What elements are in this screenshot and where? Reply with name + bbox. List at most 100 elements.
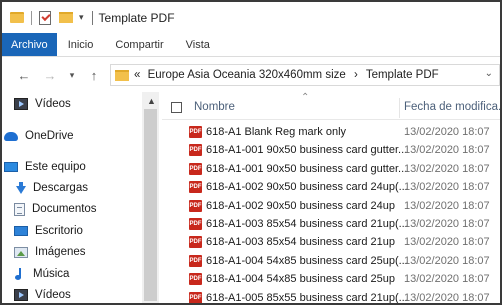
chevron-down-icon[interactable]: ▾ [79, 12, 84, 23]
recent-chevron-icon[interactable]: ▾ [62, 70, 82, 81]
tab-compartir[interactable]: Compartir [104, 33, 174, 56]
back-arrow-icon[interactable]: ← [14, 68, 34, 83]
pdf-file-icon: PDF [189, 144, 202, 157]
folder-icon [115, 69, 129, 81]
table-row[interactable]: PDF 618-A1-005 85x55 business card 21up(.… [162, 289, 500, 303]
table-row[interactable]: PDF 618-A1-004 54x85 business card 25up 13… [162, 270, 500, 288]
sidebar-item-label: OneDrive [25, 130, 74, 142]
title-bar: ▾ Template PDF [2, 2, 500, 33]
column-header-name[interactable]: Nombre [194, 101, 235, 113]
file-name: 618-A1-001 90x50 business card gutter... [206, 144, 408, 157]
breadcrumb-item[interactable]: Europe Asia Oceania 320x460mm size [148, 69, 346, 81]
file-date: 13/02/2020 18:07 [404, 236, 490, 249]
sidebar-item-label: Documentos [32, 203, 97, 215]
sidebar-item-label: Escritorio [35, 225, 83, 237]
music-icon [14, 268, 26, 280]
window-title: Template PDF [98, 10, 175, 25]
sidebar-item-label: Descargas [33, 182, 88, 194]
file-date: 13/02/2020 18:07 [404, 273, 490, 286]
computer-icon [4, 162, 18, 172]
sidebar-item-onedrive[interactable]: OneDrive [4, 125, 74, 147]
file-date: 13/02/2020 18:07 [404, 254, 490, 267]
table-row[interactable]: PDF 618-A1-001 90x50 business card gutter… [162, 160, 500, 178]
file-date: 13/02/2020 18:07 [404, 181, 490, 194]
select-all-checkbox[interactable] [171, 102, 182, 113]
column-header-date[interactable]: Fecha de modifica... [404, 101, 500, 113]
column-header: Nombre Fecha de modifica... [162, 94, 500, 120]
file-date: 13/02/2020 18:07 [404, 126, 490, 138]
sidebar-item-label: Música [33, 268, 70, 280]
video-icon [14, 289, 28, 301]
sidebar-item-videos[interactable]: Vídeos [14, 93, 71, 115]
table-row[interactable]: PDF 618-A1-002 90x50 business card 24up(.… [162, 178, 500, 196]
pdf-file-icon: PDF [189, 181, 202, 194]
file-name: 618-A1-001 90x50 business card gutter... [206, 162, 408, 175]
sidebar-item-documentos[interactable]: Documentos [14, 198, 97, 220]
document-icon [14, 202, 25, 216]
sidebar-item-descargas[interactable]: Descargas [14, 177, 88, 199]
table-row[interactable]: PDF 618-A1 Blank Reg mark only 13/02/2020 … [162, 123, 500, 141]
image-icon [14, 246, 28, 258]
pdf-file-icon: PDF [189, 218, 202, 230]
table-row[interactable]: PDF 618-A1-001 90x50 business card gutter… [162, 141, 500, 159]
pdf-file-icon: PDF [189, 291, 202, 303]
file-date: 13/02/2020 18:07 [404, 218, 490, 230]
file-name: 618-A1-005 85x55 business card 21up(... [206, 291, 408, 303]
scroll-up-icon[interactable]: ▲ [147, 96, 156, 106]
tab-inicio[interactable]: Inicio [57, 33, 105, 56]
sidebar-item-label: Imágenes [35, 246, 86, 258]
breadcrumb-overflow[interactable]: « [134, 69, 140, 81]
sidebar-item-label: Vídeos [35, 289, 71, 301]
tab-vista[interactable]: Vista [175, 33, 221, 56]
table-row[interactable]: PDF 618-A1-003 85x54 business card 21up 13… [162, 233, 500, 251]
sidebar-item-escritorio[interactable]: Escritorio [14, 220, 83, 242]
pdf-file-icon: PDF [189, 126, 202, 138]
chevron-down-icon[interactable]: ⌄ [485, 68, 493, 79]
table-row[interactable]: PDF 618-A1-002 90x50 business card 24up 13… [162, 197, 500, 215]
file-date: 13/02/2020 18:07 [404, 291, 490, 303]
sidebar-item-musica[interactable]: Música [14, 263, 69, 285]
new-folder-icon[interactable] [59, 12, 73, 23]
file-name: 618-A1-002 90x50 business card 24up [206, 199, 395, 212]
toolbar-separator [31, 10, 32, 25]
file-name: 618-A1-004 54x85 business card 25up [206, 273, 395, 286]
sidebar-item-imagenes[interactable]: Imágenes [14, 241, 86, 263]
file-name: 618-A1-003 85x54 business card 21up(... [206, 218, 408, 230]
title-separator [91, 10, 93, 25]
file-name: 618-A1-003 85x54 business card 21up [206, 236, 395, 249]
sidebar-scrollbar-thumb[interactable] [144, 109, 157, 301]
folder-icon [10, 12, 24, 23]
pdf-file-icon: PDF [189, 236, 202, 249]
pdf-file-icon: PDF [189, 199, 202, 212]
table-row[interactable]: PDF 618-A1-004 54x85 business card 25up(.… [162, 252, 500, 270]
sidebar-item-videos[interactable]: Vídeos [14, 284, 71, 305]
address-bar[interactable]: « Europe Asia Oceania 320x460mm size › T… [110, 64, 500, 86]
column-divider[interactable] [399, 98, 400, 118]
breadcrumb-item[interactable]: Template PDF [366, 69, 439, 81]
file-date: 13/02/2020 18:07 [404, 199, 490, 212]
properties-icon[interactable] [39, 10, 51, 25]
file-name: 618-A1-004 54x85 business card 25up(... [206, 254, 408, 267]
breadcrumb-separator[interactable]: › [354, 69, 358, 81]
file-list: ⌃ Nombre Fecha de modifica... PDF 618-A1 … [162, 92, 500, 303]
breadcrumb: « Europe Asia Oceania 320x460mm size › T… [134, 69, 439, 81]
pdf-file-icon: PDF [189, 273, 202, 286]
file-date: 13/02/2020 18:07 [404, 162, 490, 175]
table-row[interactable]: PDF 618-A1-003 85x54 business card 21up(.… [162, 215, 500, 233]
file-name: 618-A1 Blank Reg mark only [206, 126, 347, 138]
sidebar-item-label: Este equipo [25, 161, 86, 173]
navigation-bar: ← → ▾ ↑ « Europe Asia Oceania 320x460mm … [2, 58, 500, 92]
tab-archivo[interactable]: Archivo [2, 33, 57, 56]
cloud-icon [4, 131, 18, 141]
sidebar-item-este-equipo[interactable]: Este equipo [4, 156, 86, 178]
download-icon [14, 182, 26, 194]
file-date: 13/02/2020 18:07 [404, 144, 490, 157]
forward-arrow-icon[interactable]: → [40, 68, 60, 83]
pdf-file-icon: PDF [189, 254, 202, 267]
navigation-pane: Vídeos OneDrive Este equipo Descargas Do… [2, 92, 162, 303]
desktop-icon [14, 226, 28, 236]
sidebar-item-label: Vídeos [35, 98, 71, 110]
ribbon-tabs: Archivo Inicio Compartir Vista [2, 33, 500, 57]
up-arrow-icon[interactable]: ↑ [84, 68, 104, 83]
pdf-file-icon: PDF [189, 162, 202, 175]
